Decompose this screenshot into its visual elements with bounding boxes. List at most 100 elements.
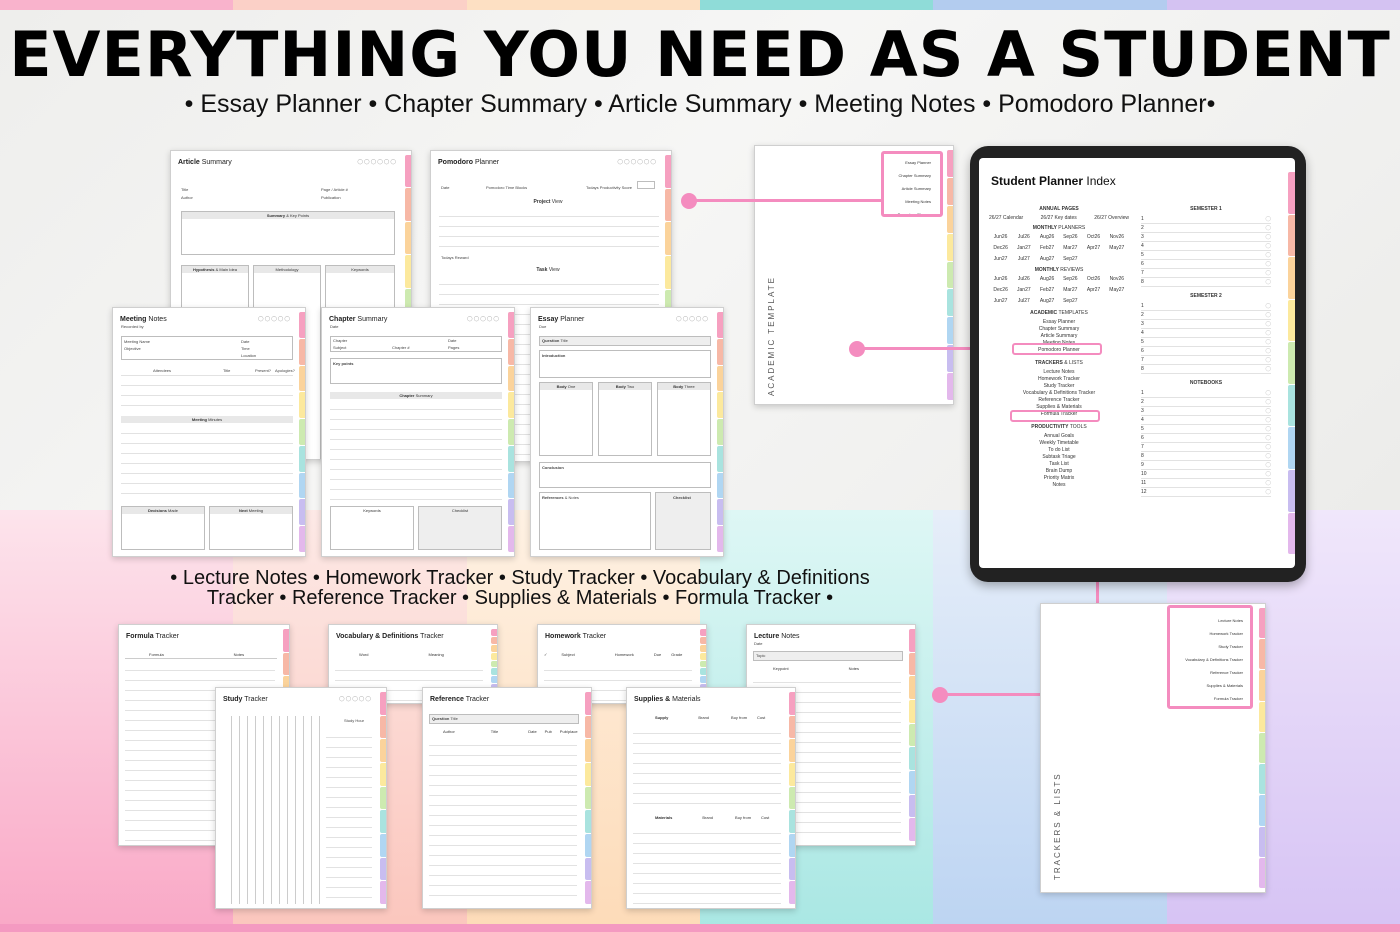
side-tab[interactable] [508, 499, 514, 526]
side-tab[interactable] [1288, 384, 1295, 427]
side-tab[interactable] [789, 763, 795, 786]
side-tabs[interactable] [789, 692, 795, 905]
side-tab[interactable] [909, 652, 915, 676]
side-tab[interactable] [717, 419, 723, 445]
side-tab[interactable] [909, 794, 915, 818]
numbered-slot[interactable]: 1 ◯ [1141, 302, 1271, 311]
side-tab[interactable] [789, 692, 795, 715]
side-tab[interactable] [508, 445, 514, 472]
numbered-slot[interactable]: 8 ◯ [1141, 452, 1271, 461]
side-tabs[interactable] [380, 692, 386, 905]
numbered-slot[interactable]: 5 ◯ [1141, 251, 1271, 260]
side-tab[interactable] [585, 739, 591, 763]
month-link[interactable]: Sep26 [1059, 276, 1082, 282]
study-hour-lines[interactable] [326, 728, 372, 904]
side-tabs[interactable] [909, 629, 915, 842]
side-tab[interactable] [508, 526, 514, 553]
side-tab[interactable] [1259, 608, 1265, 639]
side-tab[interactable] [789, 810, 795, 834]
chapter-summary-page[interactable]: Chapter Summary Date ◯◯◯◯◯ Chapter Subje… [321, 307, 515, 557]
side-tab[interactable] [717, 526, 723, 553]
circle-icon[interactable]: ◯ [1265, 338, 1271, 346]
side-tab[interactable] [947, 233, 953, 261]
numbered-slot[interactable]: 7 ◯ [1141, 356, 1271, 365]
month-link[interactable]: Jul27 [1012, 298, 1035, 304]
circle-icon[interactable]: ◯ [1265, 488, 1271, 496]
side-tab[interactable] [700, 629, 706, 636]
study-tracker-page[interactable]: Study Tracker ◯◯◯◯◯ Study Hour [215, 687, 387, 909]
side-tab[interactable] [299, 338, 305, 365]
side-tab[interactable] [380, 692, 386, 715]
numbered-slot[interactable]: 6 ◯ [1141, 260, 1271, 269]
side-tab[interactable] [491, 636, 497, 644]
circle-icon[interactable]: ◯ [1265, 389, 1271, 397]
side-tab[interactable] [380, 834, 386, 857]
side-tab[interactable] [380, 763, 386, 786]
side-tabs[interactable] [947, 150, 953, 401]
month-link[interactable]: Jan27 [1012, 287, 1035, 293]
index-link[interactable]: Homework Tracker [989, 376, 1129, 383]
side-tab[interactable] [405, 221, 411, 255]
side-tab[interactable] [299, 365, 305, 392]
month-link[interactable]: Jun26 [989, 234, 1012, 240]
side-tab[interactable] [947, 289, 953, 317]
circle-icon[interactable]: ◯ [1265, 320, 1271, 328]
side-tab[interactable] [491, 652, 497, 660]
side-tab[interactable] [1259, 826, 1265, 857]
numbered-slot[interactable]: 4 ◯ [1141, 242, 1271, 251]
month-link[interactable]: Nov26 [1105, 276, 1128, 282]
side-tab[interactable] [717, 392, 723, 419]
side-tab[interactable] [700, 652, 706, 660]
side-tab[interactable] [665, 155, 671, 188]
side-tab[interactable] [789, 739, 795, 763]
numbered-slot[interactable]: 6 ◯ [1141, 434, 1271, 443]
circle-icon[interactable]: ◯ [1265, 224, 1271, 232]
body-one-box[interactable] [539, 382, 593, 456]
month-link[interactable]: Jul27 [1012, 256, 1035, 262]
side-tabs[interactable] [1288, 172, 1295, 555]
side-tabs[interactable] [299, 312, 305, 553]
materials-table[interactable] [633, 824, 781, 904]
side-tab[interactable] [380, 739, 386, 763]
side-tab[interactable] [909, 771, 915, 794]
reference-tracker-page[interactable]: Reference Tracker Question Title Author T… [422, 687, 592, 909]
numbered-slot[interactable]: 4 ◯ [1141, 416, 1271, 425]
side-tab[interactable] [717, 499, 723, 526]
side-tab[interactable] [283, 652, 289, 676]
essay-planner-page[interactable]: Essay Planner Due ◯◯◯◯◯ Question Title I… [530, 307, 724, 557]
month-link[interactable]: Apr27 [1082, 287, 1105, 293]
numbered-slot[interactable]: 11 ◯ [1141, 479, 1271, 488]
side-tab[interactable] [909, 818, 915, 842]
side-tab[interactable] [665, 256, 671, 289]
side-tab[interactable] [1288, 299, 1295, 342]
reference-table[interactable] [429, 736, 577, 904]
index-link[interactable]: 26/27 Calendar [989, 215, 1023, 221]
numbered-slot[interactable]: 3 ◯ [1141, 233, 1271, 242]
month-link[interactable]: Feb27 [1035, 245, 1058, 251]
side-tab[interactable] [299, 499, 305, 526]
side-tab[interactable] [700, 660, 706, 668]
circle-icon[interactable]: ◯ [1265, 269, 1271, 277]
monthly-planner-grid[interactable]: Jun26 Jul26 Aug26 Sep26 Oct26 Nov26 Dec26 Jan27… [989, 234, 1129, 262]
references-box[interactable] [539, 492, 651, 550]
circle-icon[interactable]: ◯ [1265, 311, 1271, 319]
side-tab[interactable] [717, 338, 723, 365]
side-tab[interactable] [1288, 342, 1295, 384]
circle-icon[interactable]: ◯ [1265, 398, 1271, 406]
side-tab[interactable] [909, 747, 915, 771]
index-link[interactable]: Weekly Timetable [989, 440, 1129, 447]
side-tab[interactable] [585, 857, 591, 881]
conclusion-box[interactable] [539, 462, 711, 488]
side-tab[interactable] [909, 700, 915, 723]
side-tab[interactable] [700, 668, 706, 676]
circle-icon[interactable]: ◯ [1265, 443, 1271, 451]
side-tab[interactable] [1288, 469, 1295, 512]
numbered-slot[interactable]: 1 ◯ [1141, 389, 1271, 398]
index-link[interactable]: Priority Matrix [989, 475, 1129, 482]
month-link[interactable]: Sep26 [1059, 234, 1082, 240]
circle-icon[interactable]: ◯ [1265, 365, 1271, 373]
circle-icon[interactable]: ◯ [1265, 470, 1271, 478]
month-link[interactable]: Aug27 [1035, 256, 1058, 262]
circle-icon[interactable]: ◯ [1265, 434, 1271, 442]
supplies-materials-page[interactable]: Supplies & Materials Supply Brand Buy from… [626, 687, 796, 909]
